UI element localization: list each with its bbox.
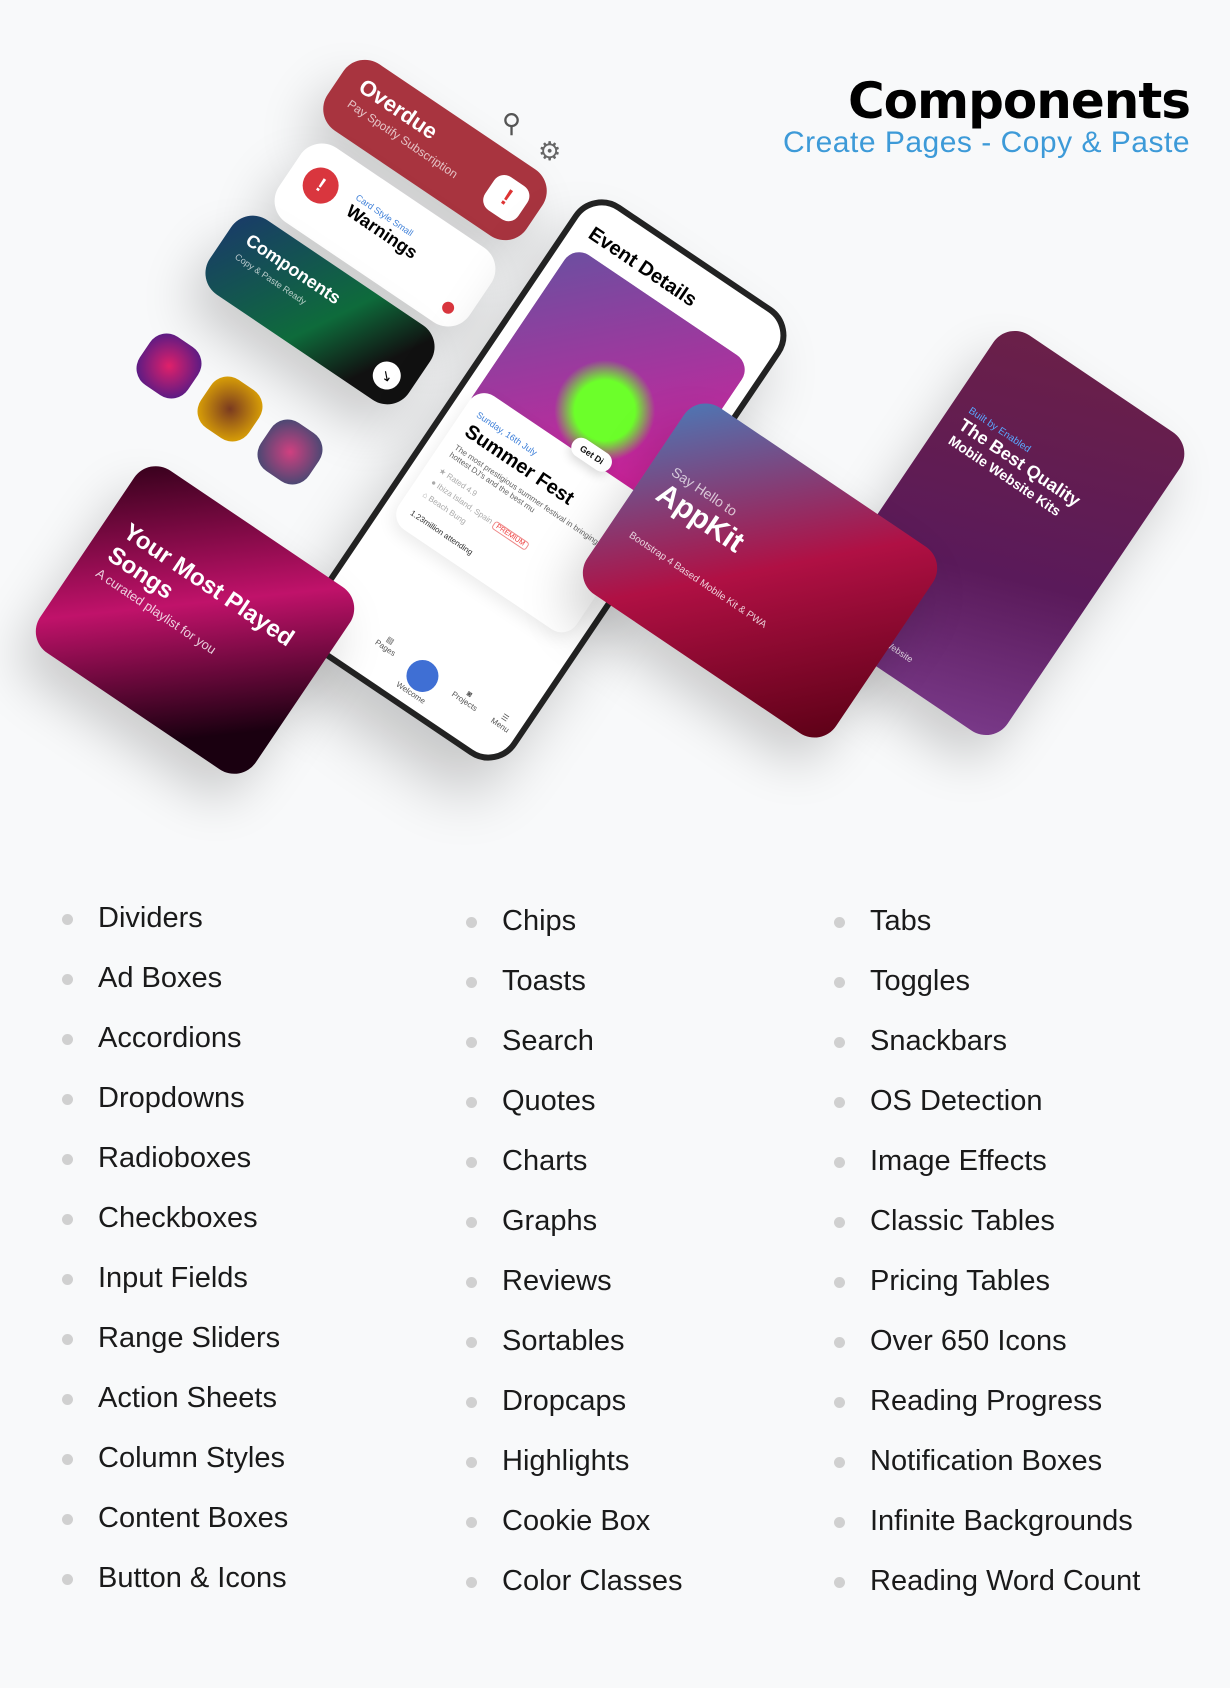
nav-menu[interactable]: ☰ Menu [476, 708, 516, 753]
feature-item: Button & Icons [62, 1558, 288, 1618]
nav-projects[interactable]: ◙ Projects [437, 682, 484, 732]
feature-item: Reviews [466, 1261, 683, 1321]
page-subtitle: Create Pages - Copy & Paste [782, 126, 1190, 159]
gear-icon: ⚙ [538, 136, 562, 166]
feature-item: Highlights [466, 1441, 683, 1501]
avatar [128, 325, 210, 407]
feature-item: Search [466, 1021, 683, 1081]
feature-list-3: Tabs Toggles Snackbars OS Detection Image Ef… [834, 901, 1140, 1621]
feature-item: OS Detection [834, 1081, 1140, 1141]
playlist-card: Your Most Played Songs A curated playlis… [25, 456, 365, 784]
feature-list-1: Dividers Ad Boxes Accordions Dropdowns Radio… [62, 898, 288, 1618]
arrow-icon[interactable]: ↘ [367, 356, 407, 395]
close-icon[interactable] [439, 299, 457, 317]
feature-item: Color Classes [466, 1561, 683, 1621]
feature-item: Toggles [834, 961, 1140, 1021]
feature-item: Toasts [466, 961, 683, 1021]
alert-icon: ! [295, 160, 346, 211]
feature-item: Sortables [466, 1321, 683, 1381]
feature-item: Snackbars [834, 1021, 1140, 1081]
feature-item: Radioboxes [62, 1138, 288, 1198]
feature-item: Tabs [834, 901, 1140, 961]
feature-item: Range Sliders [62, 1318, 288, 1378]
feature-item: Dropcaps [466, 1381, 683, 1441]
feature-item: Reading Word Count [834, 1561, 1140, 1621]
nav-welcome[interactable]: Welcome [394, 653, 445, 706]
feature-item: Cookie Box [466, 1501, 683, 1561]
feature-item: Graphs [466, 1201, 683, 1261]
kit-title: The Best Quality [955, 414, 1085, 511]
feature-item: Image Effects [834, 1141, 1140, 1201]
avatar [249, 411, 331, 493]
feature-item: Input Fields [62, 1258, 288, 1318]
nav-projects-label: Projects [450, 689, 480, 714]
feature-item: Accordions [62, 1018, 288, 1078]
feature-item: Charts [466, 1141, 683, 1201]
nav-pages[interactable]: ▤ Pages [361, 630, 403, 677]
feature-item: Quotes [466, 1081, 683, 1141]
header: Components Create Pages - Copy & Paste [782, 72, 1191, 160]
feature-item: Column Styles [62, 1438, 288, 1498]
feature-item: Infinite Backgrounds [834, 1501, 1140, 1561]
page-title: Components [847, 72, 1191, 130]
feature-item: Action Sheets [62, 1378, 288, 1438]
feature-item: Reading Progress [834, 1381, 1140, 1441]
feature-item: Dividers [62, 898, 288, 958]
feature-list-2: Chips Toasts Search Quotes Charts Graphs Revie… [466, 901, 683, 1621]
feature-item: Ad Boxes [62, 958, 288, 1018]
feature-item: Checkboxes [62, 1198, 288, 1258]
feature-item: Chips [466, 901, 683, 961]
feature-item: Over 650 Icons [834, 1321, 1140, 1381]
avatar [189, 368, 271, 450]
appkit-pre: Say Hello to [668, 463, 741, 520]
feature-item: Notification Boxes [834, 1441, 1140, 1501]
search-icon: ⚲ [502, 108, 522, 138]
feature-item: Dropdowns [62, 1078, 288, 1138]
feature-item: Content Boxes [62, 1498, 288, 1558]
feature-item: Pricing Tables [834, 1261, 1140, 1321]
feature-item: Classic Tables [834, 1201, 1140, 1261]
